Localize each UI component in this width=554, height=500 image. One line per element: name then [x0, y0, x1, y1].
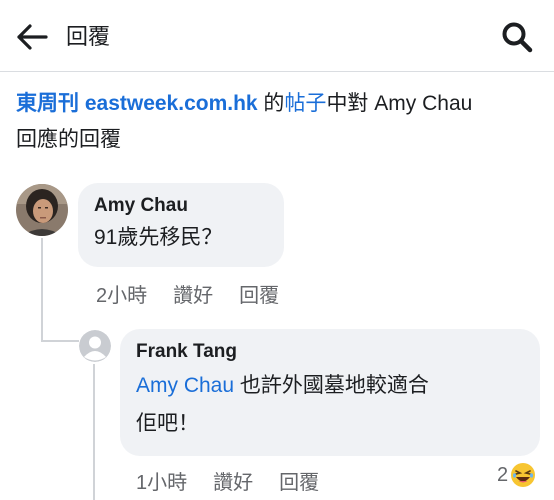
- reply-text-line1: 也許外國墓地較適合: [234, 374, 429, 397]
- reply-author[interactable]: Frank Tang: [136, 339, 524, 365]
- reply-thread-line: [93, 364, 95, 500]
- search-button[interactable]: [500, 20, 534, 54]
- mention-link[interactable]: Amy Chau: [136, 374, 234, 397]
- reply-context: 東周刊 eastweek.com.hk 的帖子中對 Amy Chau 回應的回覆: [16, 86, 546, 158]
- search-icon: [502, 22, 533, 53]
- comment-actions: 2小時 讚好 回覆: [96, 279, 279, 308]
- context-text-de: 的: [257, 92, 285, 115]
- reply-button[interactable]: 回覆: [279, 466, 319, 495]
- comment-time[interactable]: 2小時: [96, 279, 147, 308]
- reply-text-line2: 佢吧！: [136, 412, 199, 435]
- like-button[interactable]: 讚好: [213, 466, 253, 495]
- comment-bubble: Amy Chau 91歲先移民？: [78, 183, 284, 267]
- reply-button[interactable]: 回覆: [239, 279, 279, 308]
- thread-line: [41, 238, 43, 342]
- thread-connector: [41, 340, 79, 342]
- page-link[interactable]: 東周刊 eastweek.com.hk: [16, 92, 258, 115]
- reaction-summary[interactable]: 2: [497, 462, 536, 488]
- like-button[interactable]: 讚好: [173, 279, 213, 308]
- page-title: 回覆: [66, 24, 111, 49]
- back-button[interactable]: [16, 22, 50, 52]
- top-bar: 回覆: [0, 0, 554, 72]
- post-link[interactable]: 帖子: [284, 92, 326, 115]
- laughing-emoji-icon: [511, 463, 536, 487]
- comment-text: 91歲先移民？: [94, 226, 223, 249]
- reply-bubble: Frank Tang Amy Chau 也許外國墓地較適合 佢吧！: [120, 329, 540, 456]
- profile-photo: [16, 184, 68, 236]
- reaction-count: 2: [497, 463, 509, 486]
- context-text-end: 回應的回覆: [16, 128, 121, 151]
- avatar[interactable]: [16, 184, 68, 236]
- reply-text: Amy Chau 也許外國墓地較適合 佢吧！: [136, 367, 524, 443]
- comment-author[interactable]: Amy Chau: [94, 193, 268, 219]
- reply-actions: 1小時 讚好 回覆: [136, 466, 319, 495]
- reply-time[interactable]: 1小時: [136, 466, 187, 495]
- arrow-left-icon: [17, 24, 48, 50]
- avatar[interactable]: [79, 330, 111, 362]
- context-text-middle: 中對 Amy Chau: [326, 92, 473, 115]
- default-avatar-icon: [79, 330, 111, 362]
